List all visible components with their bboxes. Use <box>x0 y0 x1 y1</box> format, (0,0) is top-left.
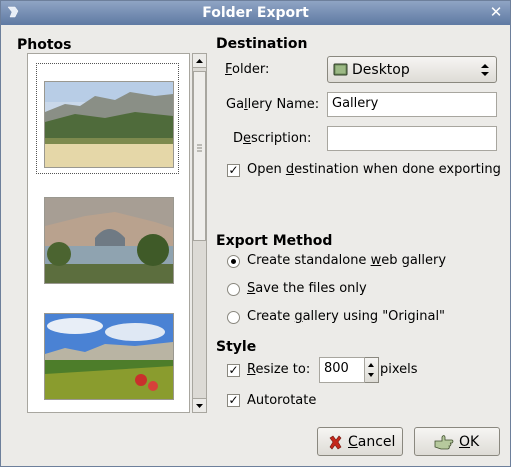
gallery-name-field[interactable]: Gallery <box>327 92 497 117</box>
folder-export-dialog: Folder Export ✕ Photos Destination Folde… <box>0 0 511 467</box>
resize-unit-label: pixels <box>380 362 418 377</box>
photos-list[interactable] <box>27 53 190 413</box>
radio-save-files-only[interactable] <box>227 283 240 296</box>
description-field[interactable] <box>327 126 497 151</box>
export-method-heading: Export Method <box>216 233 333 249</box>
window-title: Folder Export <box>202 5 309 21</box>
photo-thumbnail[interactable] <box>44 81 174 168</box>
style-heading: Style <box>216 339 257 355</box>
scroll-up-icon[interactable] <box>193 54 206 68</box>
resize-label[interactable]: Resize to: <box>247 362 310 377</box>
cancel-button[interactable]: Cancel <box>317 427 403 456</box>
folder-label: Folder: <box>225 62 270 77</box>
cancel-label: Cancel <box>348 434 396 450</box>
radio-gallery-original[interactable] <box>227 311 240 324</box>
close-icon[interactable]: ✕ <box>488 4 504 20</box>
folder-value: Desktop <box>352 62 410 78</box>
gallery-name-label: Gallery Name: <box>226 97 320 112</box>
photo-thumbnail[interactable] <box>44 197 174 284</box>
save-files-only-label[interactable]: Save the files only <box>247 281 367 296</box>
scrollbar-thumb[interactable] <box>193 71 206 241</box>
autorotate-label[interactable]: Autorotate <box>247 393 316 408</box>
photos-heading: Photos <box>17 37 72 53</box>
title-bar: Folder Export ✕ <box>1 1 510 25</box>
radio-standalone-web-gallery[interactable] <box>227 255 240 268</box>
gallery-original-label[interactable]: Create gallery using "Original" <box>247 309 445 324</box>
ok-button[interactable]: OK <box>414 427 500 456</box>
destination-heading: Destination <box>216 36 308 52</box>
resize-checkbox[interactable]: ✓ <box>227 364 240 377</box>
ok-hand-icon <box>434 435 454 450</box>
up-down-arrows-icon <box>481 64 489 76</box>
spin-arrows-icon <box>368 363 374 377</box>
open-destination-label[interactable]: Open destination when done exporting <box>247 162 501 177</box>
description-label: Description: <box>233 131 312 146</box>
resize-spinner[interactable] <box>365 357 379 383</box>
folder-combo[interactable]: Desktop <box>327 56 497 83</box>
cancel-x-icon <box>329 435 342 450</box>
standalone-web-gallery-label[interactable]: Create standalone web gallery <box>247 253 446 268</box>
open-destination-checkbox[interactable]: ✓ <box>227 164 240 177</box>
photo-thumbnail[interactable] <box>44 313 174 400</box>
autorotate-checkbox[interactable]: ✓ <box>227 394 240 407</box>
photos-scrollbar[interactable] <box>192 53 207 413</box>
ok-label: OK <box>459 434 480 450</box>
resize-spin-field[interactable]: 800 <box>319 357 365 383</box>
desktop-folder-icon <box>333 63 348 76</box>
scroll-down-icon[interactable] <box>193 398 206 412</box>
